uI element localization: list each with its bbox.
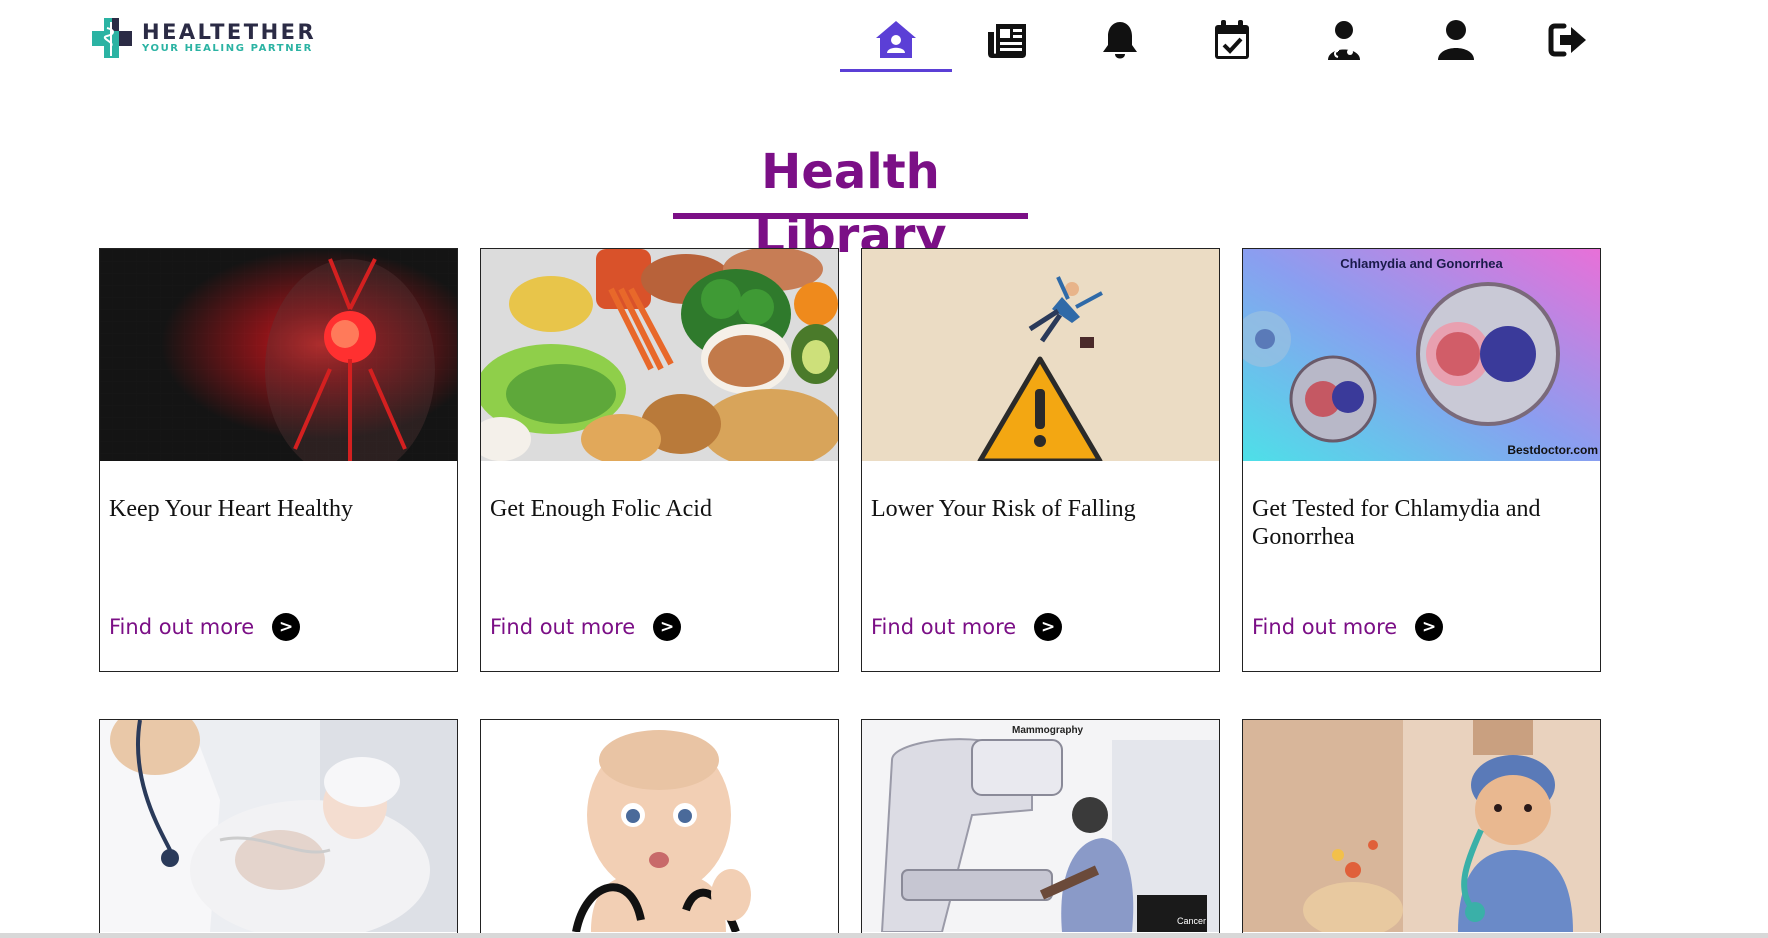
user-icon bbox=[1438, 20, 1474, 60]
article-card[interactable] bbox=[99, 719, 458, 938]
doctor-icon bbox=[1328, 21, 1360, 60]
logo-tagline: YOUR HEALING PARTNER bbox=[142, 43, 313, 54]
card-title: Lower Your Risk of Falling bbox=[871, 496, 1136, 522]
baby-stethoscope-image bbox=[481, 720, 838, 932]
newspaper-icon bbox=[988, 24, 1026, 58]
article-card[interactable]: Chlamydia and Gonorrhea Bestdoctor.com G… bbox=[1242, 248, 1601, 672]
main-nav bbox=[840, 14, 1624, 72]
calendar-check-icon bbox=[1215, 20, 1249, 59]
image-caption: Mammography bbox=[1012, 725, 1084, 736]
article-card[interactable] bbox=[480, 719, 839, 938]
nav-notifications[interactable] bbox=[1064, 14, 1176, 70]
nav-logout[interactable] bbox=[1512, 14, 1624, 70]
heart-image bbox=[100, 249, 457, 461]
image-caption: Chlamydia and Gonorrhea bbox=[1340, 256, 1503, 271]
bell-icon bbox=[1103, 22, 1137, 59]
card-title: Get Tested for Chlamydia and Gonorrhea bbox=[1252, 496, 1541, 550]
find-out-more-link[interactable]: Find out more > bbox=[109, 613, 301, 641]
article-card[interactable]: Lower Your Risk of Falling Find out more… bbox=[861, 248, 1220, 672]
arrow-right-icon: > bbox=[1415, 613, 1444, 641]
food-image bbox=[481, 249, 838, 461]
nav-news[interactable] bbox=[952, 14, 1064, 70]
image-label: Cancer bbox=[1177, 916, 1207, 926]
logo[interactable]: HEALTETHER YOUR HEALING PARTNER bbox=[88, 14, 316, 62]
sign-out-icon bbox=[1548, 23, 1586, 57]
image-watermark: Bestdoctor.com bbox=[1507, 443, 1598, 457]
find-out-more-text: Find out more bbox=[871, 615, 1017, 639]
nav-home[interactable] bbox=[840, 14, 952, 72]
arrow-right-icon: > bbox=[272, 613, 301, 641]
nav-profile[interactable] bbox=[1400, 14, 1512, 70]
child-doctor-image bbox=[1243, 720, 1600, 932]
mammography-image bbox=[862, 720, 1219, 932]
bacteria-image bbox=[1243, 249, 1600, 461]
logo-name: HEALTETHER bbox=[142, 20, 317, 44]
falling-image bbox=[862, 249, 1219, 461]
find-out-more-text: Find out more bbox=[1252, 615, 1398, 639]
article-card[interactable] bbox=[1242, 719, 1601, 938]
arrow-right-icon: > bbox=[1034, 613, 1063, 641]
find-out-more-link[interactable]: Find out more > bbox=[490, 613, 682, 641]
horizontal-scrollbar[interactable] bbox=[0, 933, 1768, 938]
title-underline bbox=[673, 213, 1028, 219]
find-out-more-text: Find out more bbox=[109, 615, 255, 639]
home-icon bbox=[876, 21, 916, 58]
newborn-image bbox=[100, 720, 457, 932]
article-card[interactable]: Mammography Cancer bbox=[861, 719, 1220, 938]
article-card[interactable]: Keep Your Heart Healthy Find out more > bbox=[99, 248, 458, 672]
medical-cross-logo-icon bbox=[88, 14, 136, 62]
find-out-more-text: Find out more bbox=[490, 615, 636, 639]
card-title: Get Enough Folic Acid bbox=[490, 496, 712, 522]
nav-doctors[interactable] bbox=[1288, 14, 1400, 70]
find-out-more-link[interactable]: Find out more > bbox=[1252, 613, 1444, 641]
arrow-right-icon: > bbox=[653, 613, 682, 641]
nav-appointments[interactable] bbox=[1176, 14, 1288, 70]
article-card[interactable]: Get Enough Folic Acid Find out more > bbox=[480, 248, 839, 672]
card-title: Keep Your Heart Healthy bbox=[109, 496, 353, 522]
find-out-more-link[interactable]: Find out more > bbox=[871, 613, 1063, 641]
